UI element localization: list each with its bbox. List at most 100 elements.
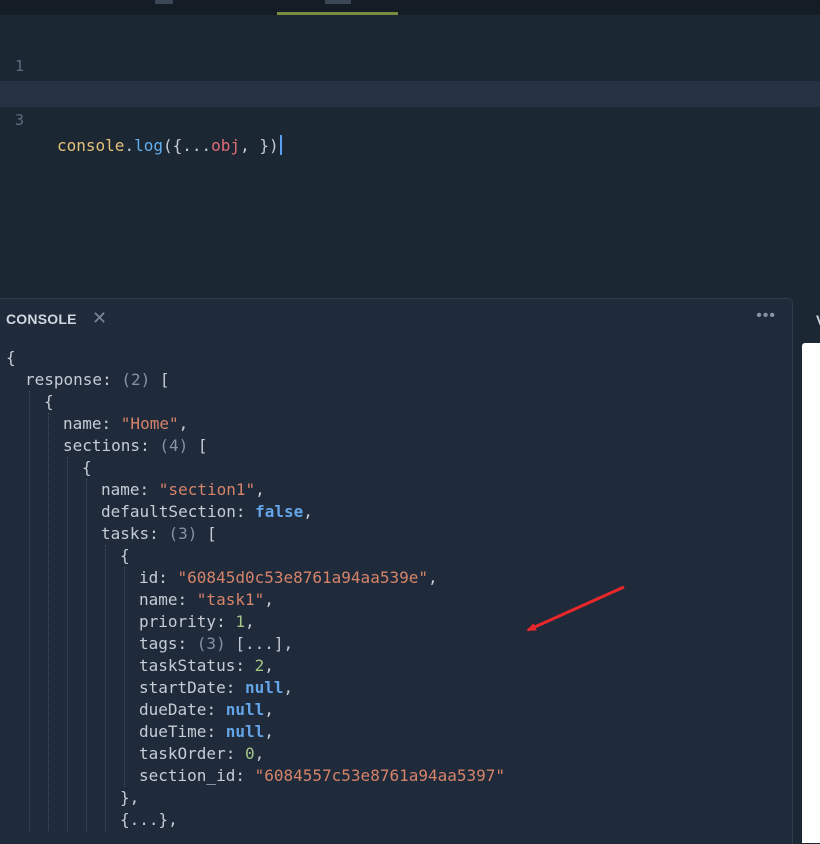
tab-fragment[interactable] — [325, 0, 351, 4]
console-line: defaultSection: false, — [101, 501, 313, 523]
preview-panel: V — [794, 298, 820, 843]
console-token: 2 — [254, 656, 265, 675]
console-line: { — [6, 347, 16, 369]
console-line: startDate: null, — [139, 677, 293, 699]
code-line-2[interactable]: 2 — [0, 54, 820, 102]
console-title: CONSOLE — [6, 311, 77, 327]
console-line: priority: 1, — [139, 611, 255, 633]
indent-guide — [29, 391, 30, 831]
console-panel: CONSOLE ✕ ••• {response: (2) [{name: "Ho… — [0, 298, 793, 844]
console-token: , — [255, 480, 265, 499]
console-token: , — [254, 744, 265, 763]
console-token: null — [225, 700, 265, 719]
tab-fragment[interactable] — [155, 0, 173, 4]
console-token: : — [225, 744, 245, 763]
console-token: , — [264, 700, 274, 719]
editor-tab-bar — [0, 0, 820, 15]
console-token: startDate — [139, 678, 226, 697]
console-token: false — [255, 502, 304, 521]
console-token: tasks — [101, 524, 150, 543]
console-token: , — [244, 612, 255, 631]
console-token: : — [101, 414, 121, 433]
close-icon[interactable]: ✕ — [92, 308, 107, 329]
console-token: sections — [63, 436, 141, 455]
console-line: sections: (4) [ — [63, 435, 208, 457]
console-token: : — [177, 634, 197, 653]
code-line-1[interactable]: 1 let obj = {response:[{name:"Home",sect… — [0, 27, 820, 101]
console-header: CONSOLE ✕ ••• — [0, 299, 792, 341]
console-line: name: "Home", — [63, 413, 188, 435]
console-token: : — [235, 656, 255, 675]
console-token: : — [235, 766, 255, 785]
console-token: "Home" — [120, 414, 179, 433]
preview-title: V — [816, 312, 820, 328]
console-token: null — [244, 678, 284, 697]
console-token: name — [63, 414, 102, 433]
console-token: , — [264, 590, 274, 609]
console-token: , — [303, 502, 313, 521]
console-token: null — [225, 722, 265, 741]
console-token: "task1" — [196, 590, 265, 609]
code-token: , }) — [240, 136, 279, 155]
console-token: taskStatus — [139, 656, 236, 675]
console-token: : — [158, 568, 178, 587]
console-token: : — [206, 700, 226, 719]
console-token: tags — [139, 634, 178, 653]
console-token: : — [216, 612, 236, 631]
console-token: name — [101, 480, 140, 499]
console-line: taskOrder: 0, — [139, 743, 264, 765]
console-line: dueDate: null, — [139, 699, 274, 721]
console-line: }, — [120, 787, 139, 809]
console-line: response: (2) [ — [25, 369, 170, 391]
console-token: { — [6, 348, 16, 367]
console-token: , — [427, 568, 438, 587]
console-line: { — [120, 545, 130, 567]
code-editor[interactable]: 1 let obj = {response:[{name:"Home",sect… — [0, 15, 820, 292]
console-token: priority — [139, 612, 217, 631]
console-token: }, — [120, 788, 140, 807]
preview-frame[interactable] — [802, 343, 820, 843]
console-token: {...}, — [120, 810, 178, 829]
code-line-3[interactable]: 3 console.log({...obj, }) — [0, 81, 820, 155]
console-token: : — [206, 722, 226, 741]
code-token: obj — [211, 136, 241, 155]
console-token: [...], — [225, 634, 294, 653]
console-token: [ — [150, 370, 170, 389]
console-line: tasks: (3) [ — [101, 523, 217, 545]
console-token: section_id — [139, 766, 236, 785]
console-token: (4) — [159, 436, 189, 455]
console-token: (2) — [121, 370, 151, 389]
console-token: , — [283, 678, 294, 697]
console-token: [ — [197, 524, 217, 543]
indent-guide — [86, 479, 87, 831]
console-line: name: "section1", — [101, 479, 265, 501]
code-token: ({... — [162, 136, 212, 155]
code-token: console — [57, 136, 125, 155]
text-cursor — [279, 135, 282, 155]
console-token: : — [149, 524, 169, 543]
console-token: { — [120, 546, 130, 565]
console-token: : — [177, 590, 197, 609]
console-token: dueDate — [139, 700, 207, 719]
code-tokens: console.log({...obj, }) — [57, 136, 279, 155]
console-line: tags: (3) [...], — [139, 633, 293, 655]
line-number: 3 — [14, 111, 24, 129]
console-line: { — [44, 391, 54, 413]
more-options-icon[interactable]: ••• — [756, 307, 776, 325]
console-token: , — [178, 414, 189, 433]
console-token: 0 — [244, 744, 255, 763]
console-token: : — [102, 370, 122, 389]
console-line: taskStatus: 2, — [139, 655, 274, 677]
indent-guide — [67, 457, 68, 831]
indent-guide — [105, 545, 106, 831]
code-token: . — [124, 136, 135, 155]
console-line: name: "task1", — [139, 589, 274, 611]
console-token: response — [25, 370, 103, 389]
console-token: (3) — [196, 634, 226, 653]
code-text[interactable]: console.log({...obj, }) — [57, 133, 282, 159]
console-token: { — [82, 458, 92, 477]
console-token: "60845d0c53e8761a94aa539e" — [177, 568, 428, 587]
indent-guide — [48, 413, 49, 831]
indent-guide — [124, 567, 125, 787]
console-token: dueTime — [139, 722, 207, 741]
